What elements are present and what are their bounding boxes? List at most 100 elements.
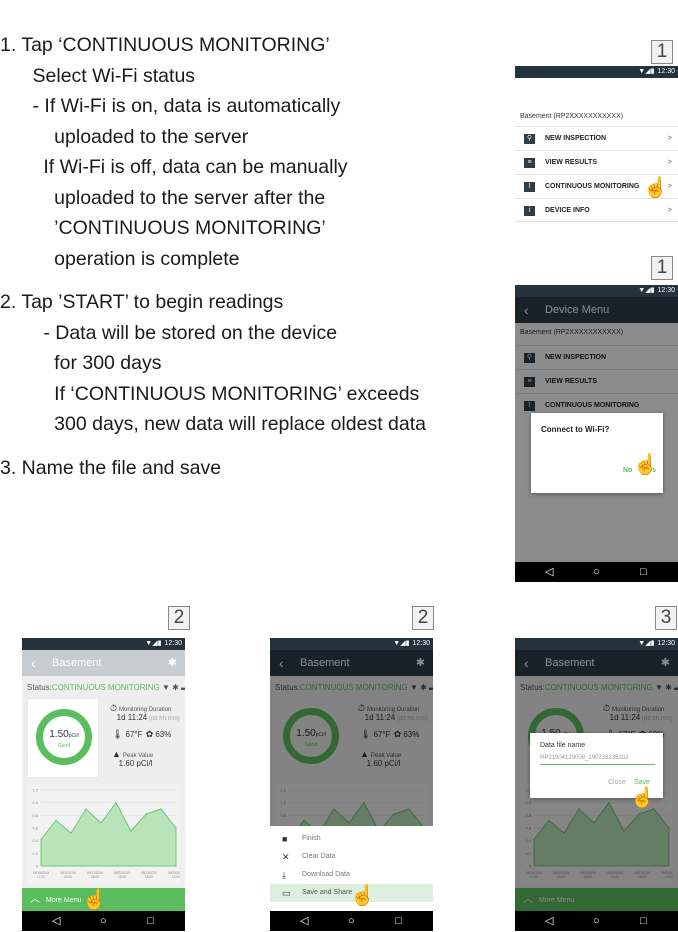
clear-data-menu-item[interactable]: ✕ Clear Data [270,848,433,866]
finish-menu-item[interactable]: ■ Finish [270,830,433,848]
download-icon: ⤓ [282,870,286,880]
back-nav-icon[interactable]: ◁ [545,914,553,928]
file-name-input[interactable]: RP21904129008_190228135102 [540,755,655,765]
status-bar: ▼◢▮ 12:30 [515,285,678,297]
data-point [160,808,162,810]
status-bar: ▼◢▮ 12:30 [22,638,185,650]
chevron-right-icon: > [667,159,672,166]
nav-bar: ◁ ○ □ [270,911,433,931]
stop-icon: ■ [282,834,288,844]
y-tick-label: 0 [36,864,39,869]
instruction-line: Select Wi-Fi status [0,64,196,87]
data-point [85,808,87,810]
home-nav-icon[interactable]: ○ [348,914,355,928]
tap-hand-icon: ☝ [643,177,668,199]
instruction-line: If Wi-Fi is off, data can be manually [0,156,348,178]
no-button[interactable]: No [623,467,632,474]
page-title: Basement [52,657,102,669]
tap-hand-icon: ☝ [630,787,655,809]
menu-item-label: VIEW RESULTS [545,159,597,166]
home-nav-icon[interactable]: ○ [593,914,600,928]
nav-bar: ◁ ○ □ [515,911,678,931]
menu-item-device-info[interactable]: i DEVICE INFO > [515,198,678,222]
x-tick-label: 09/20/2019 20:00 [60,871,76,879]
menu-item-view-results[interactable]: ≡ VIEW RESULTS > [515,150,678,174]
status-icons: ▼◢▮ [145,640,162,647]
phone-screen-device-menu: ▼◢▮ 12:30 Basement (RP2XXXXXXXXXXX) ⚲ NEW… [515,66,678,256]
instruction-gap [0,440,500,453]
menu-item-label: NEW INSPECTION [545,135,607,142]
tap-hand-icon: ☝ [633,454,658,476]
y-tick-label: 0.2 [32,851,38,856]
instruction-line: for 300 days [0,352,162,374]
reading-card: 1.50pCi/l Good [27,698,99,778]
back-nav-icon[interactable]: ◁ [545,565,553,579]
phone-screen-monitoring: ▼◢▮ 12:30 ‹ Basement ✱ Status:CONTINUOUS … [22,638,185,931]
instruction-line: - Data will be stored on the device [0,321,338,344]
close-icon: ✕ [282,852,290,862]
recent-nav-icon[interactable]: □ [395,914,402,928]
recent-nav-icon[interactable]: □ [147,914,154,928]
humidity-icon: ✿ [145,729,154,739]
dialog-title: Data file name [540,742,586,749]
reading-quality: Good [57,743,71,749]
step-badge: 2 [168,606,190,630]
recent-nav-icon[interactable]: □ [640,565,647,579]
save-button[interactable]: Save [634,779,650,786]
info-icon: i [524,206,535,216]
instruction-line: 3. Name the file and save [0,456,222,479]
data-point [130,830,132,832]
chevron-right-icon: > [667,207,672,214]
back-nav-icon[interactable]: ◁ [300,914,308,928]
chart-svg: 0 0.2 0.4 0.6 0.8 1.0 1.2 09/19/201917:00 09/20/… [32,788,184,880]
menu-item-label: CONTINUOUS MONITORING [545,183,640,190]
instruction-line: uploaded to the server after the [0,186,326,209]
status-value: CONTINUOUS MONITORING [51,683,160,692]
chevron-up-icon: ︿ [30,894,40,905]
wifi-dialog: Connect to Wi-Fi? No Yes [531,413,663,493]
status-icons: ▼◢▮ [393,640,410,647]
recent-nav-icon[interactable]: □ [640,914,647,928]
peak-info: ▲Peak Value 1.60 pCi/l [112,749,154,768]
device-label: Basement (RP2XXXXXXXXXXX) [520,113,624,120]
status-bar: ▼◢▮ 12:30 [270,638,433,650]
status-time: 12:30 [412,640,430,647]
x-tick-label: 09/22/2019 13:00 [114,871,130,879]
status-text: Status:CONTINUOUS MONITORING ▼ ✱ ▬ [27,683,185,692]
phone-screen-file-name: ▼◢▮ 12:30 ‹ Basement ✱ Status:CONTINUOUS … [515,638,678,931]
back-arrow-icon[interactable]: ‹ [31,650,36,676]
reading-value: 1.50pCi/l [49,729,79,740]
home-nav-icon[interactable]: ○ [593,565,600,579]
status-icons: ▼◢▮ [638,68,655,75]
back-nav-icon[interactable]: ◁ [52,914,60,928]
folder-icon: ▭ [282,888,291,898]
search-icon: ⚲ [524,134,535,144]
status-icons: ▼ ✱ ▬ [162,683,185,692]
x-tick-label: 09/23/2019 18:00 [141,871,157,879]
y-tick-label: 1.2 [32,788,38,793]
climate-info: 🌡67°F ✿63% [112,729,172,739]
close-button[interactable]: Close [608,779,626,786]
data-point [115,802,117,804]
status-bar: ▼◢▮ 12:30 [515,638,678,650]
status-time: 12:30 [657,68,675,75]
gear-icon[interactable]: ✱ [168,650,177,676]
phone-screen-wifi-dialog: ▼◢▮ 12:30 ‹ Device Menu Basement (RP2XXXX… [515,285,678,582]
y-tick-label: 0.4 [32,838,38,843]
instruction-line: 2. Tap ’START’ to begin readings [0,291,284,313]
pulse-icon: ⌇ [524,182,535,192]
instruction-line: If ‘CONTINUOUS MONITORING’ exceeds [0,382,420,405]
menu-item-new-inspection[interactable]: ⚲ NEW INSPECTION > [515,126,678,150]
x-tick-label: 09/21/2019 08:00 [87,871,103,879]
step-badge: 3 [655,606,677,630]
home-nav-icon[interactable]: ○ [100,914,107,928]
instruction-line: - If Wi-Fi is on, data is automatically [0,95,341,117]
instruction-line: uploaded to the server [0,125,249,148]
data-point [70,832,72,834]
status-icons: ▼◢▮ [638,640,655,647]
y-tick-label: 0.8 [32,813,38,818]
tap-hand-icon: ☝ [350,885,375,907]
y-tick-label: 0.6 [32,826,38,831]
data-point [40,838,42,840]
download-data-menu-item[interactable]: ⤓ Download Data [270,866,433,884]
